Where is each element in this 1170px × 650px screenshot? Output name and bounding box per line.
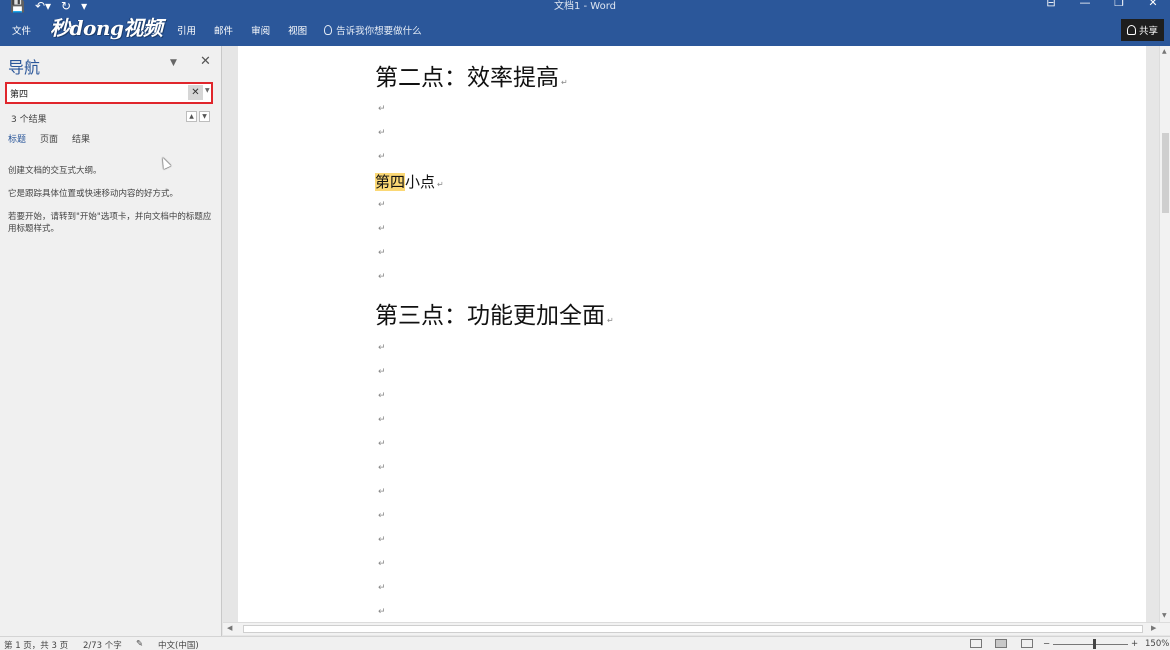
paragraph-mark: ↵ [378,607,386,617]
paragraph-mark: ↵ [378,343,386,353]
nav-tabs: 标题 页面 结果 [8,132,90,147]
window-controls: ⊟ — ❐ ✕ [1034,0,1170,9]
nav-help-line: 若要开始，请转到"开始"选项卡，并向文档中的标题应用标题样式。 [8,212,212,234]
tab-review[interactable]: 审阅 [242,23,279,37]
heading-second-point: 第二点：效率提高 ↵ [375,65,568,91]
next-result-icon[interactable]: ▼ [199,111,210,122]
paragraph-fourth-point: 第四小点 ↵ [375,173,444,191]
nav-help-line: 它是跟踪具体位置或快速移动内容的好方式。 [8,189,179,199]
tab-results[interactable]: 结果 [72,132,90,147]
page-count[interactable]: 第 1 页，共 3 页 [4,639,68,650]
paragraph-mark: ↵ [378,415,386,425]
navigation-pane: 导航 ▼ ✕ ✕ ▼ 3 个结果 ▲ ▼ 标题 页面 结果 创建文档的交互式大纲… [0,46,222,636]
share-button[interactable]: 共享 [1120,19,1164,41]
title-bar: 💾 ↶▾ ↻ ▾ 文档1 - Word ⊟ — ❐ ✕ 文件 布局 引用 邮件 … [0,0,1170,46]
zoom-in-icon[interactable]: + [1131,639,1138,649]
person-icon [1126,25,1136,35]
paragraph-mark: ↵ [378,200,386,210]
document-page[interactable]: 第二点：效率提高 ↵ ↵ ↵ ↵ 第四小点 ↵ ↵ ↵ ↵ ↵ 第三点：功能更加全面… [238,46,1146,622]
ribbon-display-icon[interactable]: ⊟ [1034,0,1068,9]
paragraph-mark: ↵ [378,559,386,569]
close-window-icon[interactable]: ✕ [1136,0,1170,9]
paragraph-mark: ↵ [378,272,386,282]
zoom-slider-handle[interactable] [1093,639,1096,649]
tab-view[interactable]: 视图 [279,23,316,37]
vertical-scrollbar[interactable]: ▲ ▼ [1159,46,1170,622]
horizontal-scrollbar[interactable]: ◀ ▶ [223,622,1170,635]
minimize-icon[interactable]: — [1068,0,1102,9]
search-highlight: 第四 [375,173,406,191]
paragraph-mark: ↵ [378,487,386,497]
results-count: 3 个结果 [11,115,47,125]
tab-file[interactable]: 文件 [0,23,45,37]
horizontal-scroll-thumb[interactable] [243,625,1143,633]
lightbulb-icon [324,25,333,35]
word-count[interactable]: 2/73 个字 [83,639,122,650]
scroll-down-icon[interactable]: ▼ [1162,612,1167,619]
proofing-icon[interactable]: ✎ [136,639,143,649]
paragraph-mark: ↵ [378,248,386,258]
close-icon[interactable]: ✕ [200,54,211,69]
search-options-icon[interactable]: ▼ [205,87,210,94]
tab-references[interactable]: 引用 [168,23,205,37]
read-mode-icon[interactable] [970,639,982,648]
vertical-scroll-thumb[interactable] [1162,133,1169,213]
tab-headings[interactable]: 标题 [8,132,26,147]
paragraph-mark: ↵ [378,224,386,234]
web-layout-icon[interactable] [1021,639,1033,648]
paragraph-mark: ↵ [378,463,386,473]
paragraph-mark: ↵ [378,583,386,593]
clear-search-icon[interactable]: ✕ [188,85,203,100]
document-area: 第二点：效率提高 ↵ ↵ ↵ ↵ 第四小点 ↵ ↵ ↵ ↵ ↵ 第三点：功能更加全面… [223,46,1159,622]
window-title: 文档1 - Word [553,1,617,12]
search-input[interactable] [10,86,185,100]
previous-result-icon[interactable]: ▲ [186,111,197,122]
paragraph-mark: ↵ [378,511,386,521]
tell-me-text: 告诉我你想要做什么 [336,26,422,37]
zoom-out-icon[interactable]: − [1043,639,1050,649]
paragraph-mark: ↵ [378,535,386,545]
share-label: 共享 [1138,26,1158,37]
status-bar: 第 1 页，共 3 页 2/73 个字 ✎ 中文(中国) − + 150% [0,636,1170,650]
paragraph-mark: ↵ [378,367,386,377]
paragraph-mark: ↵ [378,391,386,401]
nav-help-line: 创建文档的交互式大纲。 [8,166,102,176]
scroll-right-icon[interactable]: ▶ [1151,624,1156,632]
restore-icon[interactable]: ❐ [1102,0,1136,9]
result-navigation: ▲ ▼ [186,111,210,122]
nav-title: 导航 [8,58,41,77]
language-indicator[interactable]: 中文(中国) [158,639,199,650]
tell-me-box[interactable]: 告诉我你想要做什么 [324,23,422,37]
paragraph-mark: ↵ [378,152,386,162]
nav-search-box: ✕ ▼ [5,82,213,104]
tab-pages[interactable]: 页面 [40,132,58,147]
paragraph-mark: ↵ [378,104,386,114]
nav-options-icon[interactable]: ▼ [170,58,177,68]
paragraph-mark: ↵ [378,128,386,138]
zoom-slider[interactable] [1053,644,1128,645]
scroll-left-icon[interactable]: ◀ [227,624,232,632]
scroll-up-icon[interactable]: ▲ [1162,48,1167,55]
paragraph-mark: ↵ [378,439,386,449]
tab-mailings[interactable]: 邮件 [205,23,242,37]
watermark-logo: 秒dong视频 [50,16,163,40]
heading-third-point: 第三点：功能更加全面 ↵ [375,303,614,329]
zoom-level[interactable]: 150% [1145,639,1169,649]
print-layout-icon[interactable] [995,639,1007,648]
